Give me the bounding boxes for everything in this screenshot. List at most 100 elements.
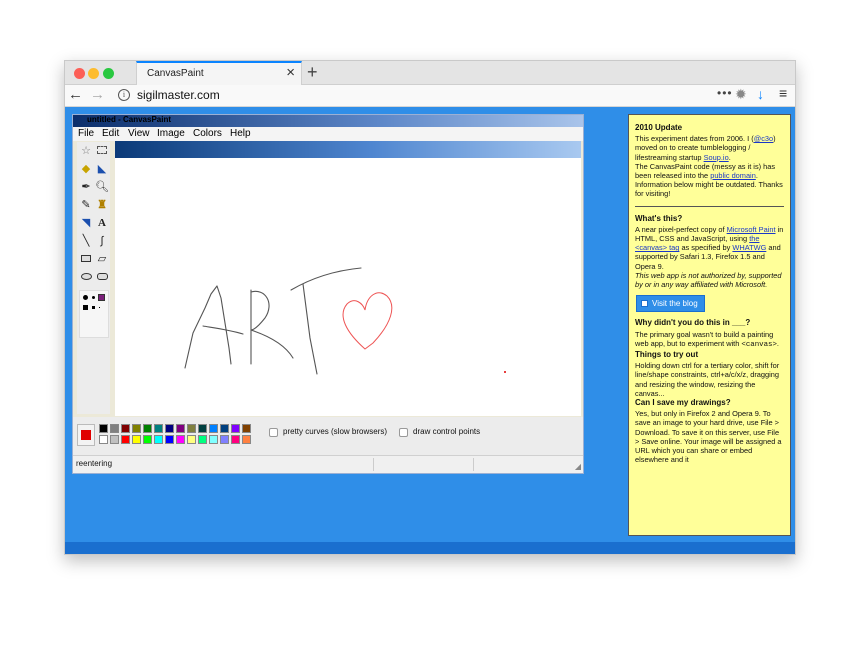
pretty-curves-checkbox[interactable] — [269, 428, 278, 437]
download-icon[interactable]: ↓ — [757, 86, 764, 102]
color-swatch[interactable] — [187, 424, 196, 433]
extension-icon[interactable]: ✹ — [735, 86, 747, 103]
text-tool-icon[interactable]: A — [95, 216, 109, 230]
menu-colors[interactable]: Colors — [193, 128, 222, 139]
drawing-canvas[interactable] — [115, 158, 581, 416]
info-icon[interactable]: i — [118, 89, 130, 101]
toolbox: ☆ ◆ ◣ ✒ 🔍︎ ✎ ♜ ◥ A ╲ ∫ ▱ — [77, 142, 110, 414]
color-swatch[interactable] — [242, 435, 251, 444]
eraser-icon[interactable]: ◆ — [79, 162, 93, 176]
pretty-curves-label: pretty curves (slow browsers) — [283, 427, 388, 436]
ms-paint-link[interactable]: Microsoft Paint — [727, 225, 776, 234]
close-icon[interactable]: × — [286, 65, 295, 81]
color-swatch[interactable] — [220, 435, 229, 444]
color-swatch[interactable] — [198, 424, 207, 433]
tab-title: CanvasPaint — [147, 68, 204, 79]
tab-bar: CanvasPaint × + — [65, 61, 795, 85]
paint-titlebar[interactable]: untitled - CanvasPaint — [73, 115, 583, 127]
fill-bucket-icon[interactable]: ◣ — [95, 162, 109, 176]
browser-window: CanvasPaint × + ← → i sigilmaster.com ••… — [64, 60, 796, 555]
close-window-button[interactable] — [74, 68, 85, 79]
rounded-rectangle-icon[interactable] — [95, 270, 109, 284]
menu-help[interactable]: Help — [230, 128, 251, 139]
tab-canvaspaint[interactable]: CanvasPaint × — [136, 61, 302, 85]
disclaimer-text: This web app is not authorized by, suppo… — [635, 270, 782, 290]
whats-this-heading: What's this? — [635, 213, 683, 223]
public-domain-link[interactable]: public domain — [710, 171, 756, 180]
drawing — [184, 267, 506, 375]
color-swatch[interactable] — [110, 435, 119, 444]
airbrush-icon[interactable]: ◥ — [79, 216, 93, 230]
ellipse-icon[interactable] — [79, 270, 93, 284]
things-to-try-text: Holding down ctrl for a tertiary color, … — [635, 361, 780, 398]
color-swatch[interactable] — [99, 424, 108, 433]
color-swatch[interactable] — [143, 424, 152, 433]
page-actions-icon[interactable]: ••• — [717, 86, 733, 100]
color-swatch[interactable] — [198, 435, 207, 444]
color-swatch[interactable] — [209, 424, 218, 433]
zoom-window-button[interactable] — [103, 68, 114, 79]
brush-icon[interactable]: ♜ — [95, 198, 109, 212]
info-panel: 2010 Update This experiment dates from 2… — [628, 114, 791, 536]
whatwg-link[interactable]: WHATWG — [732, 243, 766, 252]
free-select-icon[interactable]: ☆ — [79, 144, 93, 158]
magnifier-icon[interactable]: 🔍︎ — [95, 180, 109, 194]
color-swatch[interactable] — [110, 424, 119, 433]
color-swatch[interactable] — [209, 435, 218, 444]
line-icon[interactable]: ╲ — [79, 234, 93, 248]
color-swatch[interactable] — [154, 424, 163, 433]
color-swatch[interactable] — [231, 435, 240, 444]
primary-color-swatch — [81, 430, 91, 440]
color-swatch[interactable] — [132, 424, 141, 433]
color-swatch[interactable] — [176, 424, 185, 433]
why-heading: Why didn't you do this in ___? — [635, 318, 751, 328]
menu-view[interactable]: View — [128, 128, 150, 139]
canvaspaint-window: untitled - CanvasPaint File Edit View Im… — [72, 114, 584, 474]
color-swatch[interactable] — [99, 435, 108, 444]
nav-bar: ← → i sigilmaster.com ••• ✹ ↓ ≡ — [65, 85, 795, 107]
new-tab-button[interactable]: + — [307, 62, 318, 82]
color-swatch[interactable] — [176, 435, 185, 444]
page-content: untitled - CanvasPaint File Edit View Im… — [65, 108, 795, 554]
color-swatch[interactable] — [242, 424, 251, 433]
things-to-try-heading: Things to try out — [635, 350, 699, 360]
back-arrow-icon[interactable]: ← — [68, 86, 83, 103]
color-swatch[interactable] — [132, 435, 141, 444]
paint-menubar: File Edit View Image Colors Help — [73, 127, 583, 141]
color-swatch[interactable] — [220, 424, 229, 433]
resize-grip-icon[interactable]: ◢ — [575, 462, 581, 471]
color-swatch[interactable] — [187, 435, 196, 444]
c3o-link[interactable]: @c3o — [754, 134, 773, 143]
color-swatch[interactable] — [154, 435, 163, 444]
url-field[interactable]: sigilmaster.com — [137, 88, 220, 102]
rect-select-icon[interactable] — [95, 144, 109, 158]
color-swatch[interactable] — [121, 435, 130, 444]
minimize-window-button[interactable] — [88, 68, 99, 79]
save-drawings-text: Yes, but only in Firefox 2 and Opera 9. … — [635, 409, 782, 465]
status-divider — [373, 458, 374, 471]
pencil-icon[interactable]: ✎ — [79, 198, 93, 212]
polygon-icon[interactable]: ▱ — [95, 252, 109, 266]
soup-link[interactable]: Soup.io — [704, 153, 729, 162]
color-picker-icon[interactable]: ✒ — [79, 180, 93, 194]
hamburger-menu-icon[interactable]: ≡ — [779, 85, 787, 101]
control-points-checkbox[interactable] — [399, 428, 408, 437]
menu-image[interactable]: Image — [157, 128, 185, 139]
canvas-header-bar — [115, 141, 581, 158]
rectangle-icon[interactable] — [79, 252, 93, 266]
visit-blog-button[interactable]: Visit the blog — [636, 295, 705, 313]
color-swatch[interactable] — [165, 435, 174, 444]
forward-arrow-icon[interactable]: → — [90, 86, 105, 103]
color-swatch[interactable] — [121, 424, 130, 433]
color-swatch[interactable] — [165, 424, 174, 433]
color-swatch[interactable] — [231, 424, 240, 433]
status-bar: reentering ◢ — [73, 455, 583, 473]
menu-file[interactable]: File — [78, 128, 94, 139]
curve-icon[interactable]: ∫ — [95, 234, 109, 248]
color-swatch[interactable] — [143, 435, 152, 444]
page-footer — [65, 542, 795, 554]
menu-edit[interactable]: Edit — [102, 128, 119, 139]
brush-size-options[interactable] — [79, 290, 109, 338]
status-divider — [473, 458, 474, 471]
current-color-box[interactable] — [77, 424, 95, 446]
